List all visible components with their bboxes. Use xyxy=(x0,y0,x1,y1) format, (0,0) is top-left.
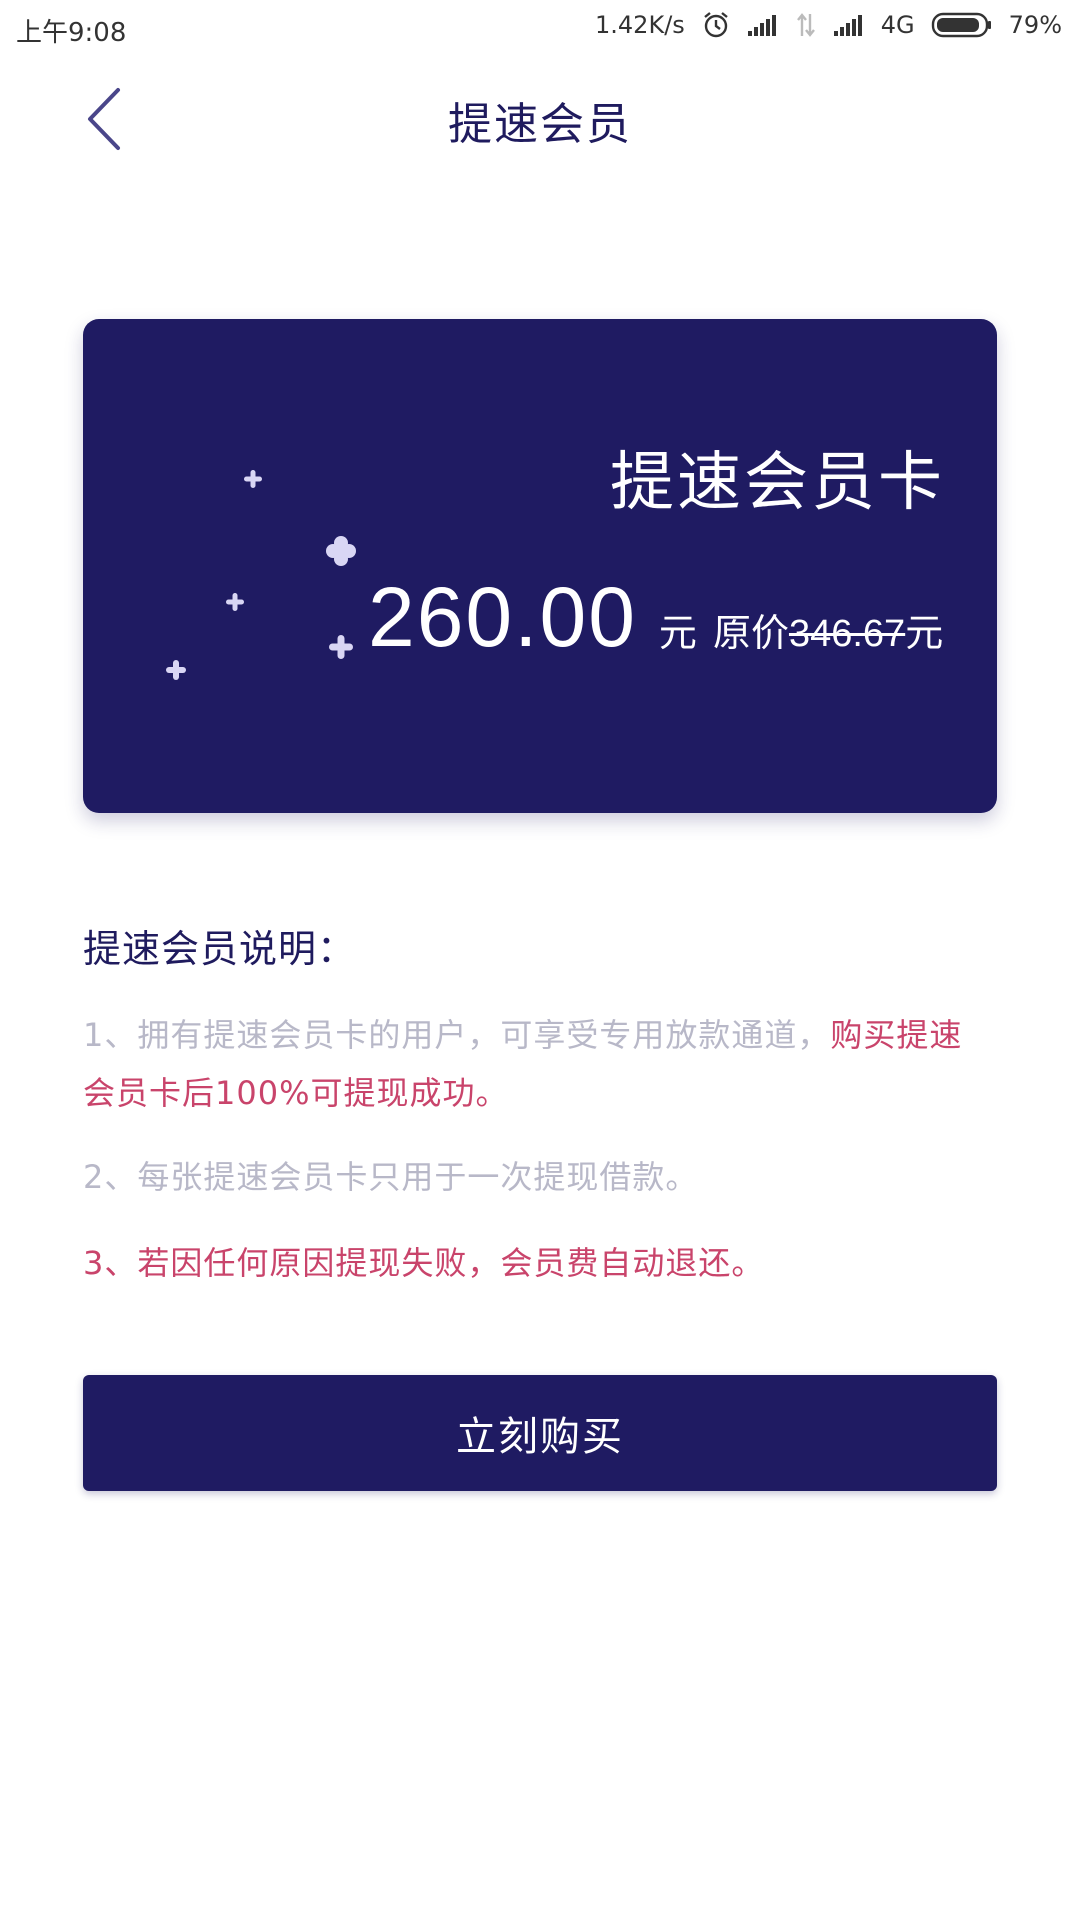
alarm-icon xyxy=(701,10,731,40)
price-row: 260.00 元 原价 346.67 元 xyxy=(368,569,943,666)
description-item-2: 2、每张提速会员卡只用于一次提现借款。 xyxy=(83,1158,699,1196)
nav-bar: 提速会员 xyxy=(0,56,1080,180)
signal-icon-2 xyxy=(833,13,865,37)
data-arrows-icon xyxy=(795,12,817,38)
network-type: 4G xyxy=(880,11,915,39)
card-title: 提速会员卡 xyxy=(610,446,945,520)
signal-icon xyxy=(747,13,779,37)
membership-card: 提速会员卡 260.00 元 原价 346.67 元 xyxy=(83,319,997,813)
sparkle-1 xyxy=(244,470,262,488)
sparkle-2 xyxy=(326,536,356,566)
status-right-group: 1.42K/s 4G 79% xyxy=(595,10,1062,40)
original-price-unit: 元 xyxy=(905,611,944,655)
buy-now-label: 立刻购买 xyxy=(456,1414,624,1460)
network-speed: 1.42K/s xyxy=(595,11,685,39)
buy-now-button[interactable]: 立刻购买 xyxy=(83,1375,997,1491)
original-price: 346.67 xyxy=(788,613,906,655)
description-item-1-text: 1、拥有提速会员卡的用户，可享受专用放款通道， xyxy=(83,1016,831,1054)
description-title: 提速会员说明： xyxy=(83,927,357,971)
price-unit: 元 xyxy=(658,611,697,655)
card-price: 260.00 xyxy=(368,570,637,664)
page-title: 提速会员 xyxy=(448,99,632,150)
sparkle-4 xyxy=(329,635,353,659)
status-time: 上午9:08 xyxy=(16,18,127,48)
description-item-3: 3、若因任何原因提现失败，会员费自动退还。 xyxy=(83,1244,765,1282)
page: 上午9:08 1.42K/s 4G 79% 提速会员 提速会员卡 260.00 … xyxy=(0,0,1080,1920)
status-bar: 上午9:08 1.42K/s 4G 79% xyxy=(0,0,1080,56)
sparkle-icon xyxy=(166,470,356,680)
battery-percent: 79% xyxy=(1008,11,1062,39)
battery-icon xyxy=(931,11,993,39)
sparkle-3 xyxy=(226,593,244,611)
original-price-label: 原价 xyxy=(712,611,789,655)
description-item-1: 1、拥有提速会员卡的用户，可享受专用放款通道，购买提速会员卡后100%可提现成功… xyxy=(83,1006,983,1122)
sparkle-5 xyxy=(166,660,186,680)
